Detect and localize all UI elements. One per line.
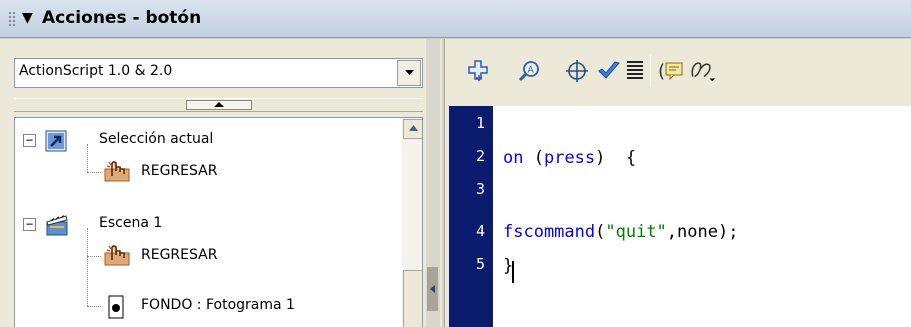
pane-splitter[interactable] bbox=[14, 98, 423, 112]
find-icon[interactable]: A bbox=[515, 57, 543, 85]
tree-item-regresar-button[interactable]: REGRESAR bbox=[15, 242, 395, 272]
drag-grip-icon[interactable] bbox=[8, 11, 16, 27]
code-editor[interactable]: on (press) { fscommand("quit",none); } bbox=[493, 106, 911, 327]
toolbar-separator bbox=[650, 55, 651, 87]
target-icon[interactable] bbox=[563, 57, 591, 85]
code-text: ( bbox=[595, 222, 606, 242]
panel-divider[interactable] bbox=[426, 39, 440, 327]
auto-format-icon[interactable] bbox=[621, 57, 649, 85]
tree-item-label: Selección actual bbox=[99, 131, 214, 147]
check-syntax-icon[interactable] bbox=[595, 57, 623, 85]
code-keyword: on bbox=[503, 148, 524, 168]
code-keyword: press bbox=[543, 148, 596, 168]
add-action-icon[interactable] bbox=[465, 57, 493, 85]
editor-toolbar: A ( bbox=[445, 39, 911, 103]
tree-item-scene-1[interactable]: − Escena 1 bbox=[15, 210, 395, 240]
scrollbar-thumb[interactable] bbox=[403, 270, 422, 327]
splitter-toggle-button[interactable] bbox=[186, 100, 252, 110]
scene-clapper-icon bbox=[45, 213, 69, 241]
actions-toolbox-panel: ActionScript 1.0 & 2.0 − Selección actua… bbox=[0, 39, 442, 327]
code-keyword: fscommand bbox=[503, 222, 596, 242]
line-number: 2 bbox=[475, 147, 485, 165]
tree-scrollbar[interactable] bbox=[402, 118, 422, 327]
code-text: ) { bbox=[595, 148, 637, 168]
code-line: fscommand("quit",none); bbox=[503, 222, 738, 242]
frame-icon bbox=[107, 295, 125, 323]
script-editor-panel: A (1 2 3 4 5 on (press) {fscommand("qu… bbox=[444, 39, 911, 327]
button-symbol-icon bbox=[103, 243, 131, 273]
debug-options-icon[interactable] bbox=[689, 57, 717, 85]
script-navigator-tree: − Selección actual REGRESAR − Escena 1 R… bbox=[14, 117, 423, 327]
svg-text:A: A bbox=[528, 66, 535, 76]
tree-item-label: REGRESAR bbox=[141, 163, 218, 179]
panel-title-bar[interactable]: ▼ Acciones - botón bbox=[0, 0, 911, 38]
line-number: 1 bbox=[475, 114, 485, 132]
chevron-down-icon[interactable] bbox=[397, 60, 421, 86]
panel-title: Acciones - botón bbox=[42, 8, 202, 28]
code-text: ( bbox=[523, 148, 544, 168]
code-text: ,none); bbox=[666, 222, 739, 242]
script-version-value: ActionScript 1.0 & 2.0 bbox=[19, 63, 173, 79]
collapse-toggle-icon[interactable]: − bbox=[23, 218, 36, 231]
tree-item-label: Escena 1 bbox=[99, 215, 163, 231]
collapse-left-pane-icon[interactable] bbox=[427, 267, 438, 311]
line-number: 5 bbox=[475, 255, 485, 273]
tree-item-label: FONDO : Fotograma 1 bbox=[141, 297, 295, 313]
line-number: 4 bbox=[475, 222, 485, 240]
tree-item-label: REGRESAR bbox=[141, 247, 218, 263]
line-number: 3 bbox=[475, 180, 485, 198]
tree-item-regresar-button[interactable]: REGRESAR bbox=[15, 158, 395, 188]
scroll-up-icon[interactable] bbox=[403, 119, 422, 139]
code-hint-icon[interactable]: ( bbox=[657, 57, 685, 85]
collapse-arrow-icon[interactable]: ▼ bbox=[22, 7, 33, 29]
svg-text:(: ( bbox=[658, 61, 665, 82]
tree-item-fondo-frame[interactable]: FONDO : Fotograma 1 bbox=[15, 292, 395, 322]
text-cursor bbox=[512, 261, 514, 283]
button-symbol-icon bbox=[103, 159, 131, 189]
current-selection-icon bbox=[45, 130, 67, 156]
collapse-toggle-icon[interactable]: − bbox=[23, 134, 36, 147]
line-number-gutter: 1 2 3 4 5 bbox=[449, 106, 493, 327]
code-string: "quit" bbox=[605, 222, 667, 242]
script-version-select[interactable]: ActionScript 1.0 & 2.0 bbox=[14, 58, 423, 88]
code-line: on (press) { bbox=[503, 148, 636, 168]
tree-item-current-selection[interactable]: − Selección actual bbox=[15, 126, 395, 156]
